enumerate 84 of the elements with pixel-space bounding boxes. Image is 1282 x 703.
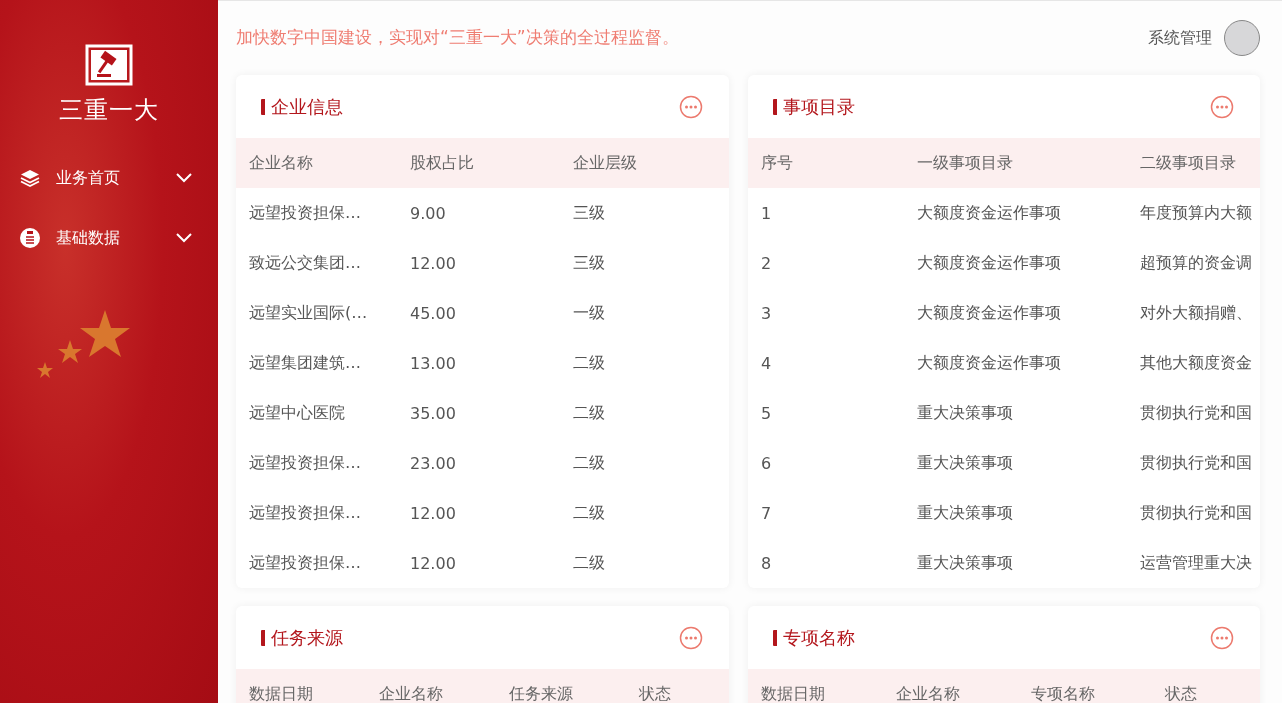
table-cell-text: 13.00 [410, 353, 457, 373]
menu-label: 基础数据 [56, 227, 121, 249]
column-header: 企业名称 [249, 152, 314, 174]
panel-title: 企业信息 [261, 98, 343, 115]
more-button[interactable] [1210, 625, 1234, 650]
table-cell-text: 重大决策事项 [917, 452, 1014, 474]
table-cell-text: 6 [761, 453, 773, 473]
table-cell-text: 贯彻执行党和国 [1140, 402, 1253, 424]
table-cell-text: 8 [761, 553, 773, 573]
more-icon [679, 94, 703, 119]
more-icon [1210, 625, 1234, 650]
slogan-text: 加快数字中国建设，实现对“三重一大”决策的全过程监督。 [236, 25, 679, 49]
column-header: 专项名称 [1031, 683, 1096, 703]
table-cell-text: 二级 [573, 352, 606, 374]
column-header: 序号 [761, 152, 794, 174]
table-cell-text: 三级 [573, 252, 606, 274]
table-cell-text: 重大决策事项 [917, 552, 1014, 574]
table-cell-text: 12.00 [410, 503, 457, 523]
table-cell-text: 远望实业国际(… [249, 302, 369, 324]
panel-title: 专项名称 [773, 629, 855, 646]
table-cell-text: 大额度资金运作事项 [917, 352, 1062, 374]
more-button[interactable] [679, 94, 703, 119]
table-cell-text: 贯彻执行党和国 [1140, 452, 1253, 474]
table-cell-text: 9.00 [410, 203, 447, 223]
table-cell-text: 2 [761, 253, 773, 273]
column-header: 状态 [1165, 683, 1198, 703]
column-header: 数据日期 [761, 683, 826, 703]
table-cell-text: 三级 [573, 202, 606, 224]
column-header: 二级事项目录 [1140, 152, 1237, 174]
table-cell-text: 35.00 [410, 403, 457, 423]
table-cell-text: 12.00 [410, 253, 457, 273]
sidebar-menu-item[interactable]: 业务首页 [0, 166, 218, 190]
table-cell-text: 贯彻执行党和国 [1140, 502, 1253, 524]
menu-label: 业务首页 [56, 167, 121, 189]
table-cell-text: 远望集团建筑… [249, 352, 362, 374]
table-cell-text: 远望中心医院 [249, 402, 346, 424]
sidebar-menu-item[interactable]: 基础数据 [0, 226, 218, 250]
table-cell-text: 5 [761, 403, 773, 423]
table-cell-text: 远望投资担保… [249, 202, 362, 224]
column-header: 一级事项目录 [917, 152, 1014, 174]
table-cell-text: 致远公交集团… [249, 252, 362, 274]
table-cell-text: 运营管理重大决 [1140, 552, 1253, 574]
column-header: 数据日期 [249, 683, 314, 703]
table-cell-text: 3 [761, 303, 773, 323]
app-title: 三重一大 [59, 95, 159, 126]
table-cell-text: 二级 [573, 402, 606, 424]
more-icon [1210, 94, 1234, 119]
table-cell-text: 大额度资金运作事项 [917, 302, 1062, 324]
table-cell-text: 大额度资金运作事项 [917, 252, 1062, 274]
column-header: 股权占比 [410, 152, 475, 174]
document-icon [20, 228, 40, 248]
table-cell-text: 1 [761, 203, 773, 223]
column-header: 企业名称 [896, 683, 961, 703]
table-cell-text: 远望投资担保… [249, 552, 362, 574]
table-cell-text: 其他大额度资金 [1140, 352, 1253, 374]
more-button[interactable] [1210, 94, 1234, 119]
table-cell-text: 远望投资担保… [249, 452, 362, 474]
layers-icon [20, 168, 40, 188]
table-cell-text: 远望投资担保… [249, 502, 362, 524]
table-cell-text: 7 [761, 503, 773, 523]
table-cell-text: 一级 [573, 302, 606, 324]
column-header: 任务来源 [509, 683, 574, 703]
column-header: 状态 [639, 683, 672, 703]
panel-title: 事项目录 [773, 98, 855, 115]
table-cell-text: 超预算的资金调 [1140, 252, 1253, 274]
table-cell-text: 12.00 [410, 553, 457, 573]
table-cell-text: 年度预算内大额 [1140, 202, 1253, 224]
table-cell-text: 二级 [573, 502, 606, 524]
table-cell-text: 4 [761, 353, 773, 373]
table-cell-text: 重大决策事项 [917, 402, 1014, 424]
table-cell-text: 二级 [573, 552, 606, 574]
table-cell-text: 重大决策事项 [917, 502, 1014, 524]
table-cell-text: 23.00 [410, 453, 457, 473]
avatar[interactable] [1224, 20, 1260, 56]
user-name[interactable]: 系统管理 [1148, 27, 1212, 49]
column-header: 企业名称 [379, 683, 444, 703]
table-cell-text: 对外大额捐赠、 [1140, 302, 1253, 324]
table-cell-text: 大额度资金运作事项 [917, 202, 1062, 224]
column-header: 企业层级 [573, 152, 638, 174]
more-button[interactable] [679, 625, 703, 650]
panel-title: 任务来源 [261, 629, 343, 646]
table-cell-text: 45.00 [410, 303, 457, 323]
table-cell-text: 二级 [573, 452, 606, 474]
more-icon [679, 625, 703, 650]
